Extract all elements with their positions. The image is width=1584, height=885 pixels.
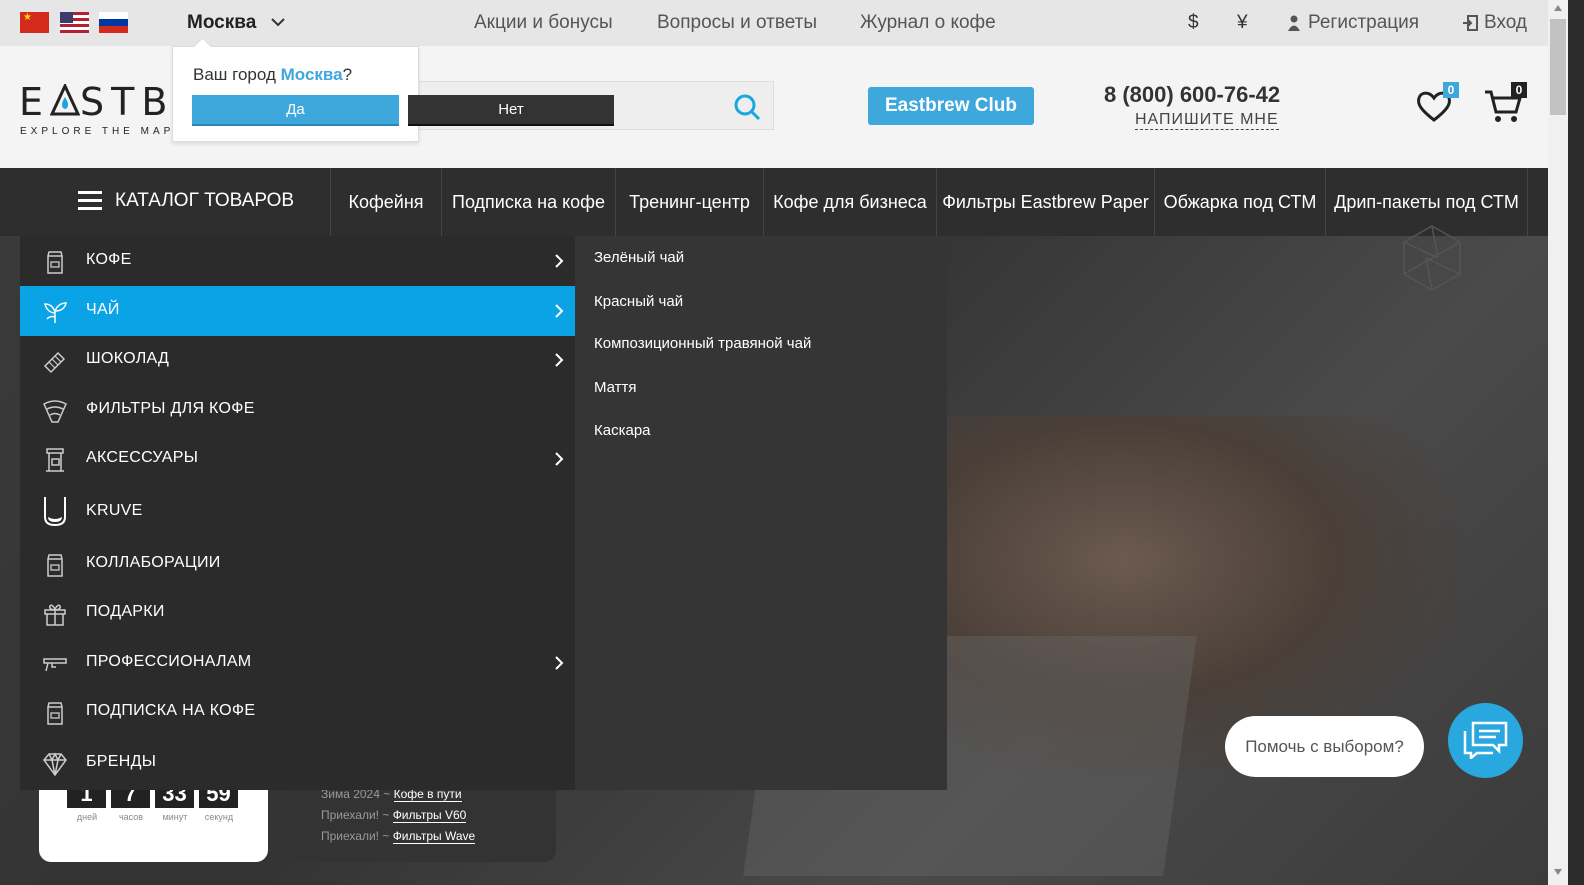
- catalog-item-filters[interactable]: ФИЛЬТРЫ ДЛЯ КОФЕ: [20, 385, 575, 435]
- logo-drop-icon: [49, 82, 81, 117]
- nav-training-center[interactable]: Тренинг-центр: [616, 168, 764, 236]
- nav-faq[interactable]: Вопросы и ответы: [657, 12, 817, 34]
- submenu-red-tea[interactable]: Красный чай: [594, 293, 683, 310]
- currency-usd[interactable]: $: [1188, 12, 1199, 34]
- catalog-item-collaborations[interactable]: КОЛЛАБОРАЦИИ: [20, 539, 575, 589]
- nav-coffee-journal[interactable]: Журнал о кофе: [860, 12, 996, 34]
- nav-promotions[interactable]: Акции и бонусы: [474, 12, 613, 34]
- barista-tool-icon: [43, 658, 67, 672]
- coffee-filter-icon: [43, 400, 67, 423]
- coffee-bag-icon: [47, 251, 63, 274]
- nav-coffee-subscription[interactable]: Подписка на кофе: [442, 168, 616, 236]
- cart-count-badge: 0: [1511, 82, 1527, 98]
- timer-hours-label: часов: [118, 812, 144, 822]
- timer-days: 1: [67, 790, 106, 808]
- coffee-bag-icon: [47, 554, 63, 577]
- timer-days-label: дней: [76, 812, 98, 822]
- submenu-herbal-tea[interactable]: Композиционный травяной чай: [594, 335, 811, 352]
- logo[interactable]: E STB: [19, 80, 171, 124]
- city-no-button[interactable]: Нет: [408, 95, 614, 126]
- catalog-item-gifts[interactable]: ПОДАРКИ: [20, 588, 575, 638]
- city-confirm-popup: Ваш город Москва?: [172, 46, 419, 142]
- submenu-cascara[interactable]: Каскара: [594, 422, 651, 439]
- nav-coffee-business[interactable]: Кофе для бизнеса: [764, 168, 937, 236]
- scroll-up-arrow-icon[interactable]: [1553, 4, 1563, 12]
- chevron-right-icon: [555, 304, 564, 318]
- nav-private-label-roasting[interactable]: Обжарка под СТМ: [1155, 168, 1326, 236]
- timer-hours: 7: [111, 790, 150, 808]
- catalog-item-brands[interactable]: БРЕНДЫ: [20, 738, 575, 788]
- eastbrew-club-button[interactable]: Eastbrew Club: [868, 87, 1034, 125]
- page-scrollbar[interactable]: [1548, 0, 1568, 885]
- chevron-right-icon: [555, 656, 564, 670]
- chevron-right-icon: [555, 353, 564, 367]
- scroll-down-arrow-icon[interactable]: [1553, 868, 1563, 876]
- timer-seconds-label: секунд: [204, 812, 234, 822]
- login-icon: [1463, 15, 1478, 31]
- catalog-button[interactable]: КАТАЛОГ ТОВАРОВ: [0, 168, 331, 236]
- chocolate-icon: [43, 351, 66, 374]
- nav-eastbrew-paper[interactable]: Фильтры Eastbrew Paper: [937, 168, 1155, 236]
- phone-number[interactable]: 8 (800) 600-76-42: [1104, 82, 1280, 108]
- coffee-machine-icon: [46, 448, 64, 472]
- chat-icon: [1463, 721, 1508, 759]
- user-icon: [1288, 15, 1300, 31]
- news-link[interactable]: Фильтры Wave: [392, 829, 476, 844]
- russia-flag-icon[interactable]: [99, 12, 128, 33]
- catalog-item-professionals[interactable]: ПРОФЕССИОНАЛАМ: [20, 638, 575, 688]
- submenu-green-tea[interactable]: Зелёный чай: [594, 249, 684, 266]
- city-question: Ваш город Москва?: [193, 65, 353, 84]
- tea-leaf-icon: [44, 302, 67, 323]
- write-us-link[interactable]: НАПИШИТЕ МНЕ: [1135, 111, 1279, 130]
- city-selector[interactable]: Москва: [187, 12, 256, 34]
- gift-icon: [44, 604, 66, 626]
- login-link[interactable]: Вход: [1484, 12, 1527, 34]
- scrollbar-thumb[interactable]: [1550, 19, 1566, 115]
- chevron-right-icon: [555, 452, 564, 466]
- search-icon[interactable]: [733, 93, 761, 121]
- catalog-item-subscription[interactable]: ПОДПИСКА НА КОФЕ: [20, 687, 575, 737]
- kruve-cup-icon: [44, 497, 66, 527]
- chevron-right-icon: [555, 254, 564, 268]
- catalog-item-coffee[interactable]: КОФЕ: [20, 236, 575, 286]
- logo-tagline: EXPLORE THE MAP: [20, 126, 172, 137]
- catalog-item-accessories[interactable]: АКСЕССУАРЫ: [20, 434, 575, 484]
- city-yes-button[interactable]: Да: [192, 95, 399, 126]
- diamond-icon: [43, 752, 67, 777]
- submenu-matcha[interactable]: Маття: [594, 379, 637, 396]
- chevron-down-icon[interactable]: [270, 15, 286, 29]
- coffee-bag-icon: [47, 702, 63, 725]
- timer-minutes: 33: [155, 790, 194, 808]
- shutter-icon: [1403, 225, 1461, 291]
- main-nav: КАТАЛОГ ТОВАРОВ Кофейня Подписка на кофе…: [0, 168, 1548, 236]
- timer-minutes-label: минут: [162, 812, 188, 822]
- help-choose-bubble[interactable]: Помочь с выбором?: [1225, 716, 1424, 777]
- catalog-item-chocolate[interactable]: ШОКОЛАД: [20, 335, 575, 385]
- currency-cny[interactable]: ¥: [1237, 12, 1248, 34]
- news-item: Приехали! ~ Фильтры V60: [321, 808, 467, 823]
- chat-button[interactable]: [1448, 703, 1523, 778]
- register-link[interactable]: Регистрация: [1308, 12, 1419, 34]
- catalog-item-kruve[interactable]: KRUVE: [20, 485, 575, 537]
- wishlist-count-badge: 0: [1443, 82, 1459, 98]
- catalog-item-tea[interactable]: ЧАЙ: [20, 286, 575, 336]
- news-link[interactable]: Фильтры V60: [392, 808, 467, 823]
- timer-seconds: 59: [199, 790, 238, 808]
- hamburger-icon: [78, 191, 102, 211]
- news-item: Приехали! ~ Фильтры Wave: [321, 829, 476, 844]
- china-flag-icon[interactable]: [20, 12, 49, 33]
- top-bar: Москва Акции и бонусы Вопросы и ответы Ж…: [0, 0, 1548, 46]
- usa-flag-icon[interactable]: [60, 12, 89, 33]
- nav-coffeeshop[interactable]: Кофейня: [331, 168, 442, 236]
